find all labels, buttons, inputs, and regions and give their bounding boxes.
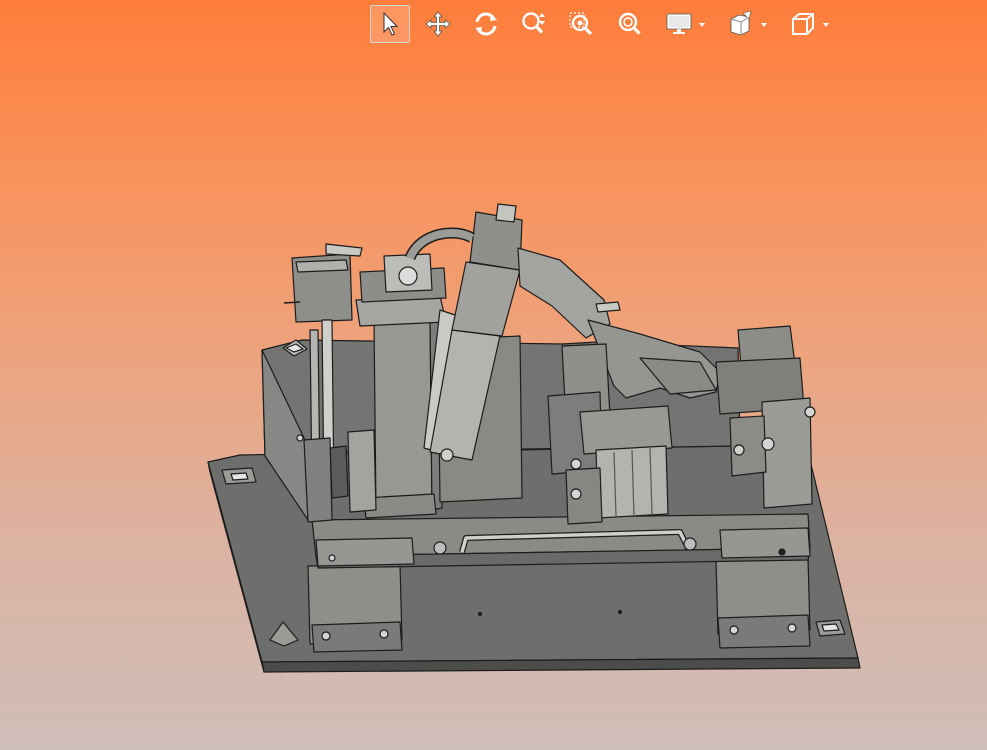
cad-fixture-model[interactable] (0, 0, 987, 750)
3d-viewport[interactable] (0, 0, 987, 750)
front-rail (311, 513, 811, 569)
